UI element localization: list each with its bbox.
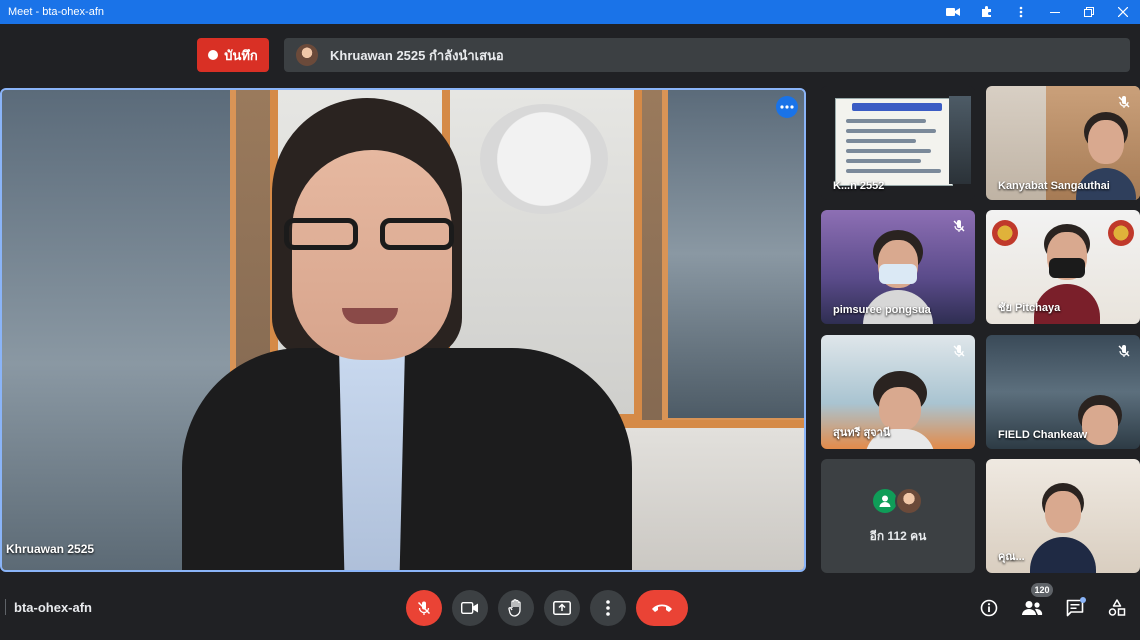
- speaker-person: [182, 98, 632, 570]
- participant-name: Kanyabat Sangauthai: [998, 180, 1110, 192]
- activities-button[interactable]: [1103, 594, 1131, 622]
- person-face: [1088, 120, 1124, 164]
- hangup-icon: [651, 603, 673, 613]
- speaker-video: [2, 90, 804, 570]
- slide-line: [846, 139, 916, 143]
- recording-button[interactable]: บันทึก: [197, 38, 269, 72]
- restore-icon[interactable]: [1072, 0, 1106, 24]
- slide-line: [846, 159, 921, 163]
- speaker-mouth: [342, 308, 398, 324]
- participant-tile[interactable]: pimsuree pongsua: [821, 210, 975, 324]
- info-icon: [980, 599, 998, 617]
- mic-off-icon: [949, 341, 969, 361]
- logo-seal: [1108, 220, 1134, 246]
- slide-title-bar: [852, 103, 942, 111]
- participant-name: K...n 2552: [833, 180, 885, 192]
- mic-off-icon: [416, 600, 432, 616]
- others-avatars: [871, 487, 923, 515]
- recording-label: บันทึก: [224, 47, 258, 63]
- raise-hand-icon: [508, 599, 524, 617]
- extension-icon[interactable]: [970, 0, 1004, 24]
- logo-seal: [992, 220, 1018, 246]
- presenting-bar: Khruawan 2525 กำลังนำเสนอ: [284, 38, 1130, 72]
- cabinet-door: [602, 420, 804, 570]
- speaker-face: [292, 150, 452, 360]
- participant-count-badge: 120: [1031, 583, 1053, 597]
- participant-person: [1030, 483, 1096, 573]
- participant-tile[interactable]: คุณ...: [986, 459, 1140, 573]
- people-icon: [1021, 600, 1043, 616]
- more-options-button[interactable]: [590, 590, 626, 626]
- tile-options-button[interactable]: [776, 96, 798, 118]
- window-controls: [936, 0, 1140, 24]
- glasses-lens: [284, 218, 358, 250]
- present-screen-icon: [553, 601, 571, 615]
- glasses-lens: [380, 218, 454, 250]
- participant-name: FIELD Chankeaw: [998, 429, 1088, 441]
- person-face: [1045, 491, 1081, 533]
- main-speaker-tile[interactable]: Khruawan 2525: [0, 88, 806, 572]
- participant-tile[interactable]: Kanyabat Sangauthai: [986, 86, 1140, 200]
- slide-line: [846, 169, 941, 173]
- presenter-avatar: [296, 44, 318, 66]
- window-title: Meet - bta-ohex-afn: [8, 6, 104, 18]
- main-speaker-name: Khruawan 2525: [6, 542, 95, 556]
- chat-notification-dot: [1080, 597, 1086, 603]
- mic-off-icon: [1114, 92, 1134, 112]
- participant-name: ชัย Pitchaya: [998, 302, 1061, 314]
- present-screen-button[interactable]: [544, 590, 580, 626]
- mic-off-icon: [1114, 341, 1134, 361]
- camera-icon: [461, 602, 479, 614]
- slide-line: [846, 119, 926, 123]
- slide-camera-preview: [949, 96, 971, 184]
- camera-toggle-button[interactable]: [452, 590, 488, 626]
- participant-name: คุณ...: [998, 551, 1025, 563]
- others-count-label: อีก 112 คน: [869, 529, 927, 543]
- face-mask: [879, 264, 917, 284]
- meet-window: Meet - bta-ohex-afn บันทึก Khruawan 2525…: [0, 0, 1140, 640]
- record-dot-icon: [208, 50, 219, 60]
- participant-name: สุนทรี สุจานี: [833, 427, 891, 439]
- participant-name: pimsuree pongsua: [833, 304, 931, 316]
- bookshelf-right: [662, 90, 804, 424]
- close-icon[interactable]: [1106, 0, 1140, 24]
- mic-off-icon: [949, 216, 969, 236]
- participant-avatar: [895, 487, 923, 515]
- participant-tile[interactable]: ชัย Pitchaya: [986, 210, 1140, 324]
- camera-indicator-icon[interactable]: [936, 0, 970, 24]
- presenting-text: Khruawan 2525 กำลังนำเสนอ: [330, 47, 504, 63]
- raise-hand-button[interactable]: [498, 590, 534, 626]
- window-titlebar: Meet - bta-ohex-afn: [0, 0, 1140, 24]
- participant-tile[interactable]: FIELD Chankeaw: [986, 335, 1140, 449]
- others-tile[interactable]: อีก 112 คน: [821, 459, 975, 573]
- participant-tile[interactable]: K...n 2552: [821, 86, 975, 200]
- face-mask: [1049, 258, 1085, 278]
- person-body: [1030, 537, 1096, 573]
- people-button[interactable]: [1018, 594, 1046, 622]
- browser-menu-icon[interactable]: [1004, 0, 1038, 24]
- meeting-code: bta-ohex-afn: [5, 599, 92, 615]
- speaker-glasses: [284, 218, 460, 252]
- presentation-slide: [835, 98, 953, 186]
- speaker-jacket: [182, 348, 632, 570]
- hangup-button[interactable]: [636, 590, 688, 626]
- minimize-icon[interactable]: [1038, 0, 1072, 24]
- person-face: [1082, 405, 1118, 445]
- info-button[interactable]: [975, 594, 1003, 622]
- participant-tile[interactable]: สุนทรี สุจานี: [821, 335, 975, 449]
- slide-line: [846, 129, 936, 133]
- mic-toggle-button[interactable]: [406, 590, 442, 626]
- activities-icon: [1108, 599, 1126, 617]
- slide-line: [846, 149, 931, 153]
- more-vert-icon: [606, 600, 610, 616]
